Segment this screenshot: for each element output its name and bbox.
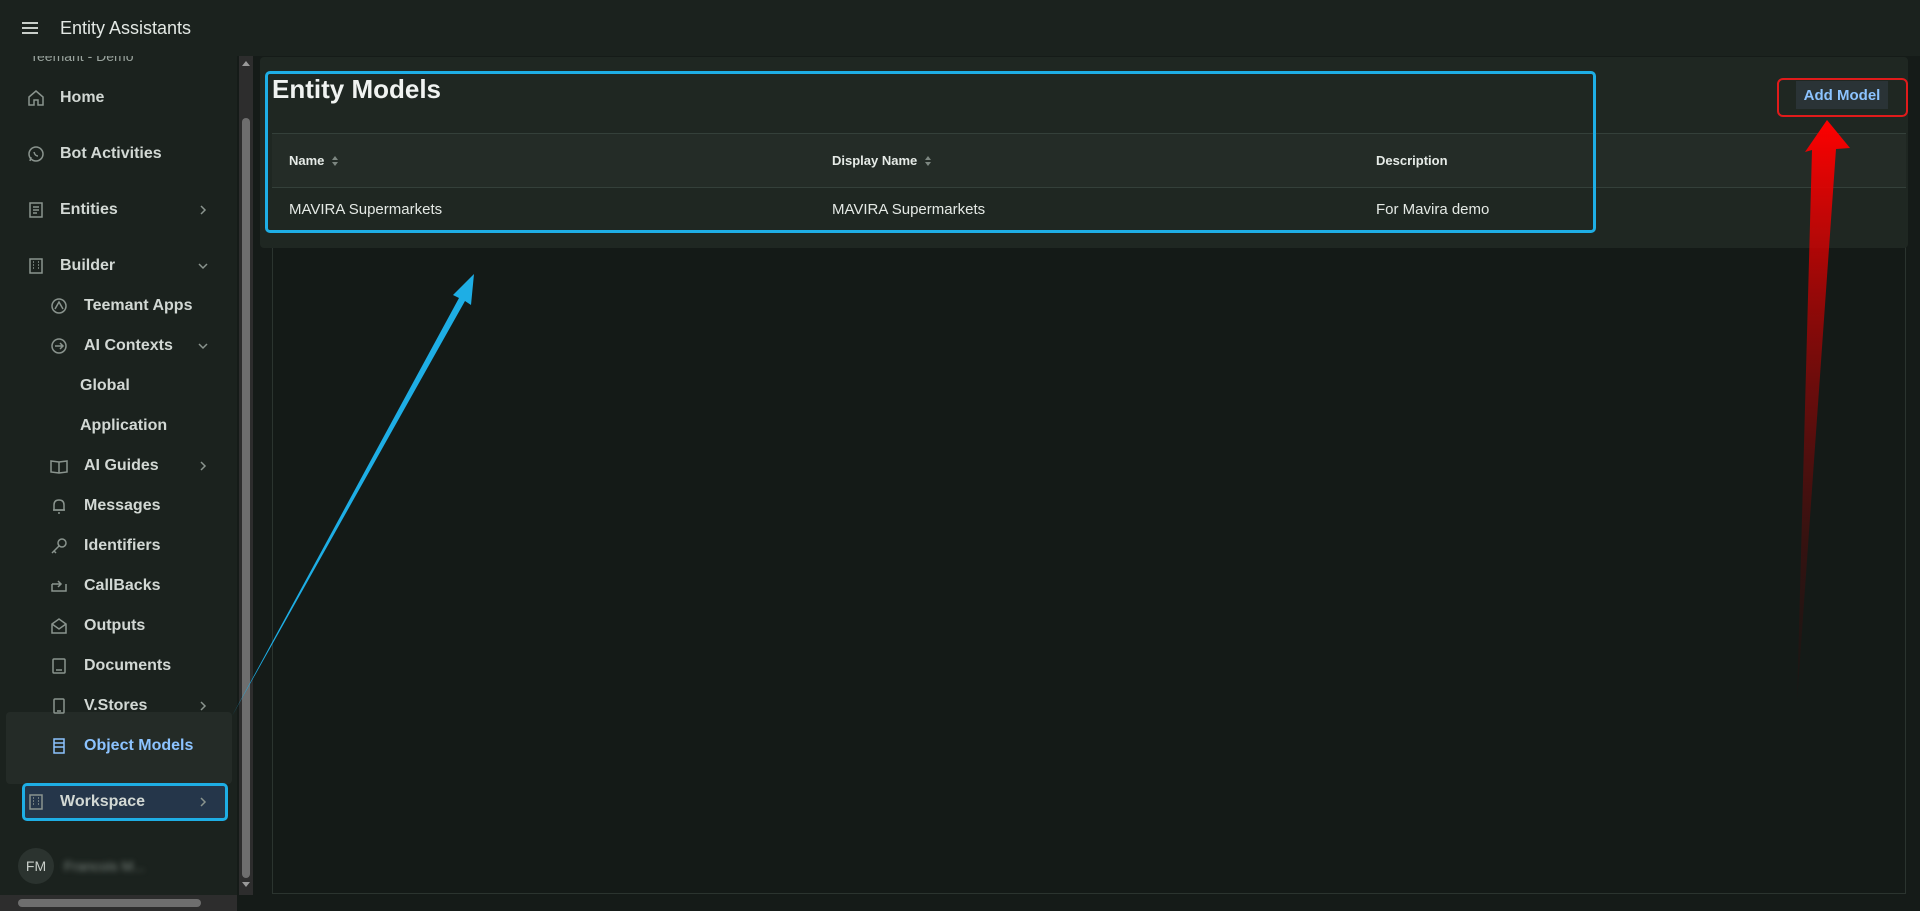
cell-description: For Mavira demo bbox=[1376, 200, 1490, 218]
cell-name: MAVIRA Supermarkets bbox=[289, 200, 443, 218]
apps-icon bbox=[48, 295, 70, 317]
sidebar-item-label: Application bbox=[80, 417, 168, 434]
sidebar-item-outputs[interactable]: Outputs bbox=[0, 606, 237, 646]
bell-icon bbox=[48, 495, 70, 517]
column-header-label: Description bbox=[1376, 153, 1448, 168]
sidebar-item-label: Outputs bbox=[84, 617, 146, 634]
tenant-name: Teemant - Demo bbox=[30, 56, 134, 64]
sidebar-item-label: V.Stores bbox=[84, 697, 148, 714]
entity-models-table: Name Display Name Description MAVIRA Sup… bbox=[272, 133, 1906, 230]
hamburger-menu-icon[interactable] bbox=[0, 0, 60, 56]
page-title: Entity Models bbox=[272, 74, 442, 104]
sidebar-item-label: Messages bbox=[84, 497, 161, 514]
sidebar-item-ai-contexts[interactable]: AI Contexts bbox=[0, 326, 237, 366]
column-header-label: Display Name bbox=[832, 153, 918, 168]
whatsapp-icon bbox=[25, 143, 47, 165]
sort-icon[interactable] bbox=[925, 155, 932, 166]
sidebar-item-label: Identifiers bbox=[84, 537, 161, 554]
tablet-icon bbox=[48, 695, 70, 717]
sidebar-item-entities[interactable]: Entities bbox=[0, 190, 237, 230]
sidebar-item-label: Global bbox=[80, 377, 130, 394]
book-icon bbox=[48, 455, 70, 477]
cell-display-name: MAVIRA Supermarkets bbox=[832, 200, 986, 218]
user-profile[interactable]: FM Francois M... bbox=[18, 848, 145, 884]
top-bar: Entity Assistants bbox=[0, 0, 1920, 56]
chevron-right-icon bbox=[193, 792, 213, 812]
column-header-name[interactable]: Name bbox=[289, 153, 339, 168]
sidebar-item-vstores[interactable]: V.Stores bbox=[0, 686, 237, 726]
sidebar-vertical-scrollbar[interactable] bbox=[239, 56, 253, 895]
building-icon bbox=[25, 791, 47, 813]
sidebar-item-workspace[interactable]: Workspace bbox=[0, 782, 237, 822]
sidebar: Teemant - Demo Home Bot Activities Entit… bbox=[0, 56, 237, 901]
sidebar-item-label: Workspace bbox=[60, 793, 146, 810]
sidebar-item-messages[interactable]: Messages bbox=[0, 486, 237, 526]
sidebar-item-home[interactable]: Home bbox=[0, 78, 237, 118]
sidebar-item-identifiers[interactable]: Identifiers bbox=[0, 526, 237, 566]
sidebar-item-label: Object Models bbox=[84, 737, 194, 754]
sidebar-item-bot-activities[interactable]: Bot Activities bbox=[0, 134, 237, 174]
object-list-icon bbox=[48, 735, 70, 757]
key-icon bbox=[48, 535, 70, 557]
sort-icon[interactable] bbox=[332, 155, 339, 166]
sidebar-item-label: Documents bbox=[84, 657, 172, 674]
sidebar-item-label: Entities bbox=[60, 201, 118, 218]
sidebar-item-label: CallBacks bbox=[84, 577, 161, 594]
sidebar-horizontal-scrollbar[interactable] bbox=[0, 895, 237, 911]
sidebar-item-label: Builder bbox=[60, 257, 116, 274]
sidebar-item-documents[interactable]: Documents bbox=[0, 646, 237, 686]
list-doc-icon bbox=[25, 199, 47, 221]
document-icon bbox=[48, 655, 70, 677]
sidebar-item-callbacks[interactable]: CallBacks bbox=[0, 566, 237, 606]
sidebar-item-label: Teemant Apps bbox=[84, 297, 193, 314]
sidebar-item-global[interactable]: Global bbox=[0, 366, 237, 406]
sidebar-item-builder[interactable]: Builder bbox=[0, 246, 237, 286]
scroll-down-arrow-icon[interactable] bbox=[242, 882, 250, 887]
scrollbar-thumb[interactable] bbox=[18, 899, 201, 907]
sidebar-item-ai-guides[interactable]: AI Guides bbox=[0, 446, 237, 486]
scroll-up-arrow-icon[interactable] bbox=[242, 61, 250, 66]
sidebar-item-label: AI Guides bbox=[84, 457, 159, 474]
sidebar-item-object-models[interactable]: Object Models bbox=[0, 726, 237, 766]
app-title: Entity Assistants bbox=[60, 17, 192, 38]
chevron-right-icon bbox=[193, 456, 213, 476]
column-header-description: Description bbox=[1376, 153, 1448, 168]
chevron-right-icon bbox=[193, 696, 213, 716]
sidebar-item-label: AI Contexts bbox=[84, 337, 173, 354]
home-icon bbox=[25, 87, 47, 109]
sidebar-item-label: Bot Activities bbox=[60, 145, 162, 162]
arrow-circle-icon bbox=[48, 335, 70, 357]
chevron-down-icon bbox=[193, 256, 213, 276]
table-row[interactable]: MAVIRA Supermarkets MAVIRA Supermarkets … bbox=[272, 188, 1906, 230]
add-model-button[interactable]: Add Model bbox=[1796, 81, 1888, 109]
chevron-right-icon bbox=[193, 200, 213, 220]
chevron-down-icon bbox=[193, 336, 213, 356]
sidebar-item-application[interactable]: Application bbox=[0, 406, 237, 446]
column-header-label: Name bbox=[289, 153, 325, 168]
building-icon bbox=[25, 255, 47, 277]
avatar: FM bbox=[18, 848, 54, 884]
table-header: Name Display Name Description bbox=[272, 133, 1906, 188]
column-header-display-name[interactable]: Display Name bbox=[832, 153, 932, 168]
callback-icon bbox=[48, 575, 70, 597]
envelope-icon bbox=[48, 615, 70, 637]
user-name: Francois M... bbox=[64, 858, 145, 874]
sidebar-item-label: Home bbox=[60, 89, 105, 106]
scrollbar-thumb[interactable] bbox=[242, 118, 250, 878]
sidebar-item-teemant-apps[interactable]: Teemant Apps bbox=[0, 286, 237, 326]
